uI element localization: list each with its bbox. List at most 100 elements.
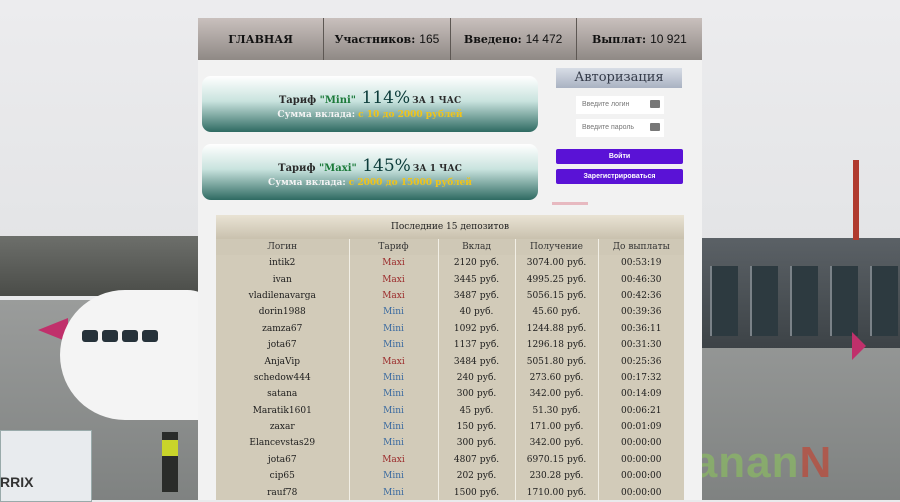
col-payout: Получение (515, 239, 599, 255)
cell-tariff: Maxi (349, 451, 439, 469)
cell-deposit: 3484 руб. (438, 353, 516, 370)
cell-time-left: 00:17:32 (621, 372, 662, 383)
deposited-amount: 14 472 (525, 32, 563, 46)
deposits-table-panel: Последние 15 депозитов Логин Тариф Вклад… (216, 215, 684, 501)
table-row: cip65 Mini 202 руб. 230.28 руб. 00:00:00 (216, 468, 684, 485)
cell-deposit: 202 руб. (438, 468, 516, 485)
decor-strip (552, 202, 588, 205)
plane-tail-right-image (852, 332, 866, 360)
tariff-mini-percent: 114% (361, 88, 411, 108)
cell-deposit: 150 руб. (438, 418, 516, 436)
tariff-maxi-card: Тариф "Maxi" 145% ЗА 1 ЧАС Сумма вклада: … (202, 144, 538, 200)
cell-tariff: Mini (349, 386, 439, 403)
table-row: zamza67 Mini 1092 руб. 1244.88 руб. 00:36:11 (216, 320, 684, 337)
cell-time-left: 00:00:00 (621, 438, 662, 449)
cell-login: jota67 (216, 336, 350, 354)
cell-payout: 171.00 руб. (515, 418, 599, 436)
cell-time-left: 00:00:00 (621, 454, 662, 465)
nav-payouts[interactable]: Выплат: 10 921 (576, 18, 702, 60)
cell-tariff: Mini (349, 336, 439, 354)
table-row: Elancevstas29 Mini 300 руб. 342.00 руб. 00:00:… (216, 435, 684, 452)
table-row: jota67 Maxi 4807 руб. 6970.15 руб. 00:00:00 (216, 451, 684, 469)
cell-time-left: 00:01:09 (621, 422, 662, 433)
cell-time-left: 00:36:11 (621, 323, 662, 334)
background-mast (853, 160, 859, 240)
login-button[interactable]: Войти (556, 149, 683, 164)
cell-login: rauf78 (216, 484, 350, 501)
cell-tariff: Mini (349, 369, 439, 387)
cell-login: cip65 (216, 468, 350, 485)
nav-home[interactable]: ГЛАВНАЯ (198, 18, 325, 60)
cell-payout: 1710.00 руб. (515, 484, 599, 501)
plane-window (122, 330, 138, 342)
cell-payout: 342.00 руб. (515, 386, 599, 403)
cell-time-left: 00:00:00 (621, 487, 662, 498)
cell-deposit: 3487 руб. (438, 287, 516, 305)
ground-worker-image (162, 432, 178, 492)
nav-deposited[interactable]: Введено: 14 472 (450, 18, 577, 60)
cell-deposit: 40 руб. (438, 304, 516, 321)
main-panel: ГЛАВНАЯ Участников: 165 Введено: 14 472 Вы… (198, 18, 702, 501)
nav-participants[interactable]: Участников: 165 (324, 18, 451, 60)
cell-deposit: 240 руб. (438, 369, 516, 387)
cell-login: dorin1988 (216, 304, 350, 321)
cell-tariff: Mini (349, 304, 439, 321)
cell-deposit: 3445 руб. (438, 271, 516, 288)
cell-login: schedow444 (216, 369, 350, 387)
cell-time-left: 00:42:36 (621, 290, 662, 301)
cell-tariff: Mini (349, 320, 439, 337)
password-input[interactable]: Введите пароль (576, 119, 664, 137)
plane-window (102, 330, 118, 342)
register-button[interactable]: Зарегистрироваться (556, 169, 683, 184)
tariff-maxi-percent: 145% (362, 156, 411, 176)
table-row: AnjaVip Maxi 3484 руб. 5051.80 руб. 00:25:36 (216, 353, 684, 370)
participants-count: 165 (419, 32, 440, 46)
deposits-title: Последние 15 депозитов (216, 215, 684, 239)
plane-window (142, 330, 158, 342)
col-time-left: До выплаты (598, 239, 684, 255)
airplane-image (60, 290, 220, 420)
cell-time-left: 00:14:09 (621, 389, 662, 400)
tariff-mini-card: Тариф "Mini" 114% ЗА 1 ЧАС Сумма вклада: … (202, 76, 538, 132)
cell-payout: 342.00 руб. (515, 435, 599, 452)
cell-tariff: Mini (349, 484, 439, 501)
cell-tariff: Maxi (349, 255, 439, 272)
cell-payout: 6970.15 руб. (515, 451, 599, 469)
cell-tariff: Mini (349, 418, 439, 436)
cell-deposit: 1500 руб. (438, 484, 516, 501)
key-icon (650, 100, 660, 108)
cell-payout: 1244.88 руб. (515, 320, 599, 337)
table-row: vladilenavarga Maxi 3487 руб. 5056.15 руб. 00:… (216, 287, 684, 305)
cell-tariff: Mini (349, 402, 439, 419)
table-row: satana Mini 300 руб. 342.00 руб. 00:14:09 (216, 386, 684, 403)
auth-title: Авторизация (556, 68, 682, 88)
plane-window (82, 330, 98, 342)
cell-tariff: Maxi (349, 287, 439, 305)
deposits-table: Логин Тариф Вклад Получение До выплаты i… (216, 239, 684, 501)
cell-deposit: 1092 руб. (438, 320, 516, 337)
table-row: intik2 Maxi 2120 руб. 3074.00 руб. 00:53:19 (216, 255, 684, 272)
cell-login: zamza67 (216, 320, 350, 337)
cell-time-left: 00:31:30 (621, 340, 662, 351)
truck-label: RRIX (0, 474, 34, 490)
cell-tariff: Mini (349, 468, 439, 485)
cell-payout: 5056.15 руб. (515, 287, 599, 305)
table-row: dorin1988 Mini 40 руб. 45.60 руб. 00:39:36 (216, 304, 684, 321)
cell-payout: 4995.25 руб. (515, 271, 599, 288)
col-tariff: Тариф (349, 239, 439, 255)
cell-time-left: 00:39:36 (621, 307, 662, 318)
cell-login: Maratik1601 (216, 402, 350, 419)
cell-tariff: Mini (349, 435, 439, 452)
login-input[interactable]: Введите логин (576, 96, 664, 114)
table-row: schedow444 Mini 240 руб. 273.60 руб. 00:17:32 (216, 369, 684, 387)
cell-payout: 45.60 руб. (515, 304, 599, 321)
key-icon (650, 123, 660, 131)
cell-login: ivan (216, 271, 350, 288)
cell-login: AnjaVip (216, 353, 350, 370)
cell-payout: 3074.00 руб. (515, 255, 599, 272)
col-deposit: Вклад (438, 239, 516, 255)
background-trees (0, 236, 200, 296)
cell-deposit: 300 руб. (438, 386, 516, 403)
table-row: zaxar Mini 150 руб. 171.00 руб. 00:01:09 (216, 418, 684, 436)
cell-login: intik2 (216, 255, 350, 272)
